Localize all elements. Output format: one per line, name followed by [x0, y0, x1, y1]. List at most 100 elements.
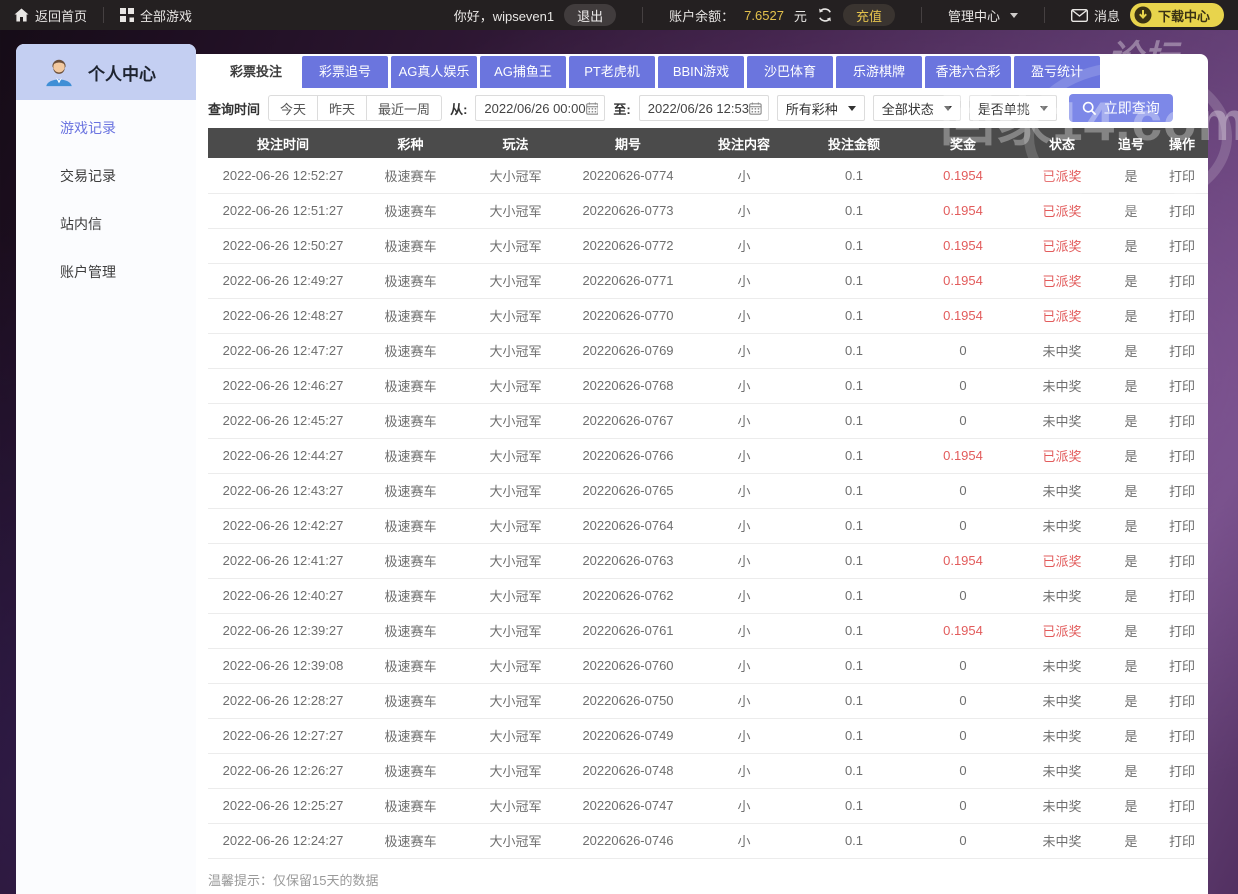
recharge-button[interactable]: 充值: [843, 4, 895, 26]
filter-select-3[interactable]: 是否单挑: [969, 95, 1057, 121]
cell-action[interactable]: 打印: [1156, 473, 1208, 508]
cell-type: 极速赛车: [358, 508, 463, 543]
topbar: 返回首页 全部游戏 你好，wipseven1 退出 账户余额： 7.6527 元…: [0, 0, 1238, 30]
cell-chase: 是: [1106, 368, 1156, 403]
cell-action[interactable]: 打印: [1156, 298, 1208, 333]
cell-action[interactable]: 打印: [1156, 333, 1208, 368]
tab-2[interactable]: 彩票追号: [302, 56, 388, 88]
download-center-button[interactable]: 下载中心: [1130, 3, 1224, 27]
cell-action[interactable]: 打印: [1156, 193, 1208, 228]
messages-link[interactable]: 消息: [1071, 6, 1120, 25]
cell-action[interactable]: 打印: [1156, 508, 1208, 543]
cell-amount: 0.1: [800, 788, 908, 823]
table-row: 2022-06-26 12:25:27极速赛车大小冠军20220626-0747…: [208, 788, 1208, 823]
cell-amount: 0.1: [800, 718, 908, 753]
cell-action[interactable]: 打印: [1156, 683, 1208, 718]
cell-action[interactable]: 打印: [1156, 228, 1208, 263]
tab-5[interactable]: PT老虎机: [569, 56, 655, 88]
cell-action[interactable]: 打印: [1156, 823, 1208, 858]
quick-range-button-1[interactable]: 今天: [268, 95, 318, 121]
cell-action[interactable]: 打印: [1156, 578, 1208, 613]
sidebar-item-3[interactable]: 站内信: [16, 200, 196, 248]
cell-amount: 0.1: [800, 298, 908, 333]
cell-amount: 0.1: [800, 403, 908, 438]
grid-icon: [120, 8, 134, 22]
quick-range-button-2[interactable]: 昨天: [318, 95, 367, 121]
cell-time: 2022-06-26 12:52:27: [208, 158, 358, 193]
filter-select-1[interactable]: 所有彩种: [777, 95, 865, 121]
cell-action[interactable]: 打印: [1156, 438, 1208, 473]
cell-issue: 20220626-0769: [568, 333, 688, 368]
cell-time: 2022-06-26 12:44:27: [208, 438, 358, 473]
cell-status: 未中奖: [1018, 368, 1106, 403]
cell-action[interactable]: 打印: [1156, 403, 1208, 438]
select-value: 是否单挑: [978, 99, 1030, 118]
tab-9[interactable]: 香港六合彩: [925, 56, 1011, 88]
table-row: 2022-06-26 12:47:27极速赛车大小冠军20220626-0769…: [208, 333, 1208, 368]
admin-center-menu[interactable]: 管理中心: [948, 6, 1018, 25]
chevron-down-icon: [848, 106, 856, 111]
cell-action[interactable]: 打印: [1156, 543, 1208, 578]
cell-play: 大小冠军: [463, 613, 568, 648]
cell-chase: 是: [1106, 228, 1156, 263]
column-header-2: 彩种: [358, 128, 463, 158]
cell-type: 极速赛车: [358, 473, 463, 508]
sidebar-item-2[interactable]: 交易记录: [16, 152, 196, 200]
cell-content: 小: [688, 263, 800, 298]
cell-content: 小: [688, 788, 800, 823]
tab-8[interactable]: 乐游棋牌: [836, 56, 922, 88]
tab-1[interactable]: 彩票投注: [213, 56, 299, 88]
refresh-icon[interactable]: [817, 7, 833, 23]
cell-action[interactable]: 打印: [1156, 788, 1208, 823]
cell-amount: 0.1: [800, 823, 908, 858]
cell-chase: 是: [1106, 718, 1156, 753]
quick-range-button-3[interactable]: 最近一周: [367, 95, 442, 121]
tab-4[interactable]: AG捕鱼王: [480, 56, 566, 88]
cell-content: 小: [688, 368, 800, 403]
cell-content: 小: [688, 193, 800, 228]
sidebar-item-4[interactable]: 账户管理: [16, 248, 196, 296]
tab-10[interactable]: 盈亏统计: [1014, 56, 1100, 88]
divider: [921, 7, 922, 23]
cell-issue: 20220626-0750: [568, 683, 688, 718]
cell-content: 小: [688, 403, 800, 438]
cell-issue: 20220626-0760: [568, 648, 688, 683]
cell-chase: 是: [1106, 613, 1156, 648]
cell-content: 小: [688, 228, 800, 263]
search-button[interactable]: 立即查询: [1069, 94, 1173, 122]
cell-action[interactable]: 打印: [1156, 263, 1208, 298]
cell-play: 大小冠军: [463, 473, 568, 508]
footer-note: 温馨提示：仅保留15天的数据: [208, 870, 1208, 889]
cell-content: 小: [688, 473, 800, 508]
cell-play: 大小冠军: [463, 298, 568, 333]
cell-action[interactable]: 打印: [1156, 613, 1208, 648]
sidebar-item-1[interactable]: 游戏记录: [16, 104, 196, 152]
table-row: 2022-06-26 12:28:27极速赛车大小冠军20220626-0750…: [208, 683, 1208, 718]
back-home-link[interactable]: 返回首页: [14, 6, 87, 25]
all-games-link[interactable]: 全部游戏: [120, 6, 192, 25]
cell-issue: 20220626-0762: [568, 578, 688, 613]
cell-chase: 是: [1106, 788, 1156, 823]
table-row: 2022-06-26 12:44:27极速赛车大小冠军20220626-0766…: [208, 438, 1208, 473]
cell-issue: 20220626-0772: [568, 228, 688, 263]
cell-action[interactable]: 打印: [1156, 648, 1208, 683]
cell-amount: 0.1: [800, 648, 908, 683]
cell-amount: 0.1: [800, 263, 908, 298]
divider: [1044, 7, 1045, 23]
messages-label: 消息: [1094, 6, 1120, 25]
cell-prize: 0: [908, 333, 1018, 368]
tab-3[interactable]: AG真人娱乐: [391, 56, 477, 88]
cell-action[interactable]: 打印: [1156, 753, 1208, 788]
cell-action[interactable]: 打印: [1156, 718, 1208, 753]
cell-action[interactable]: 打印: [1156, 368, 1208, 403]
from-date-input[interactable]: 2022/06/26 00:00: [475, 95, 605, 121]
filter-select-2[interactable]: 全部状态: [873, 95, 961, 121]
tab-7[interactable]: 沙巴体育: [747, 56, 833, 88]
cell-status: 未中奖: [1018, 333, 1106, 368]
logout-button[interactable]: 退出: [564, 4, 616, 26]
tab-6[interactable]: BBIN游戏: [658, 56, 744, 88]
to-date-input[interactable]: 2022/06/26 12:53: [639, 95, 769, 121]
cell-chase: 是: [1106, 753, 1156, 788]
cell-type: 极速赛车: [358, 683, 463, 718]
cell-action[interactable]: 打印: [1156, 158, 1208, 193]
